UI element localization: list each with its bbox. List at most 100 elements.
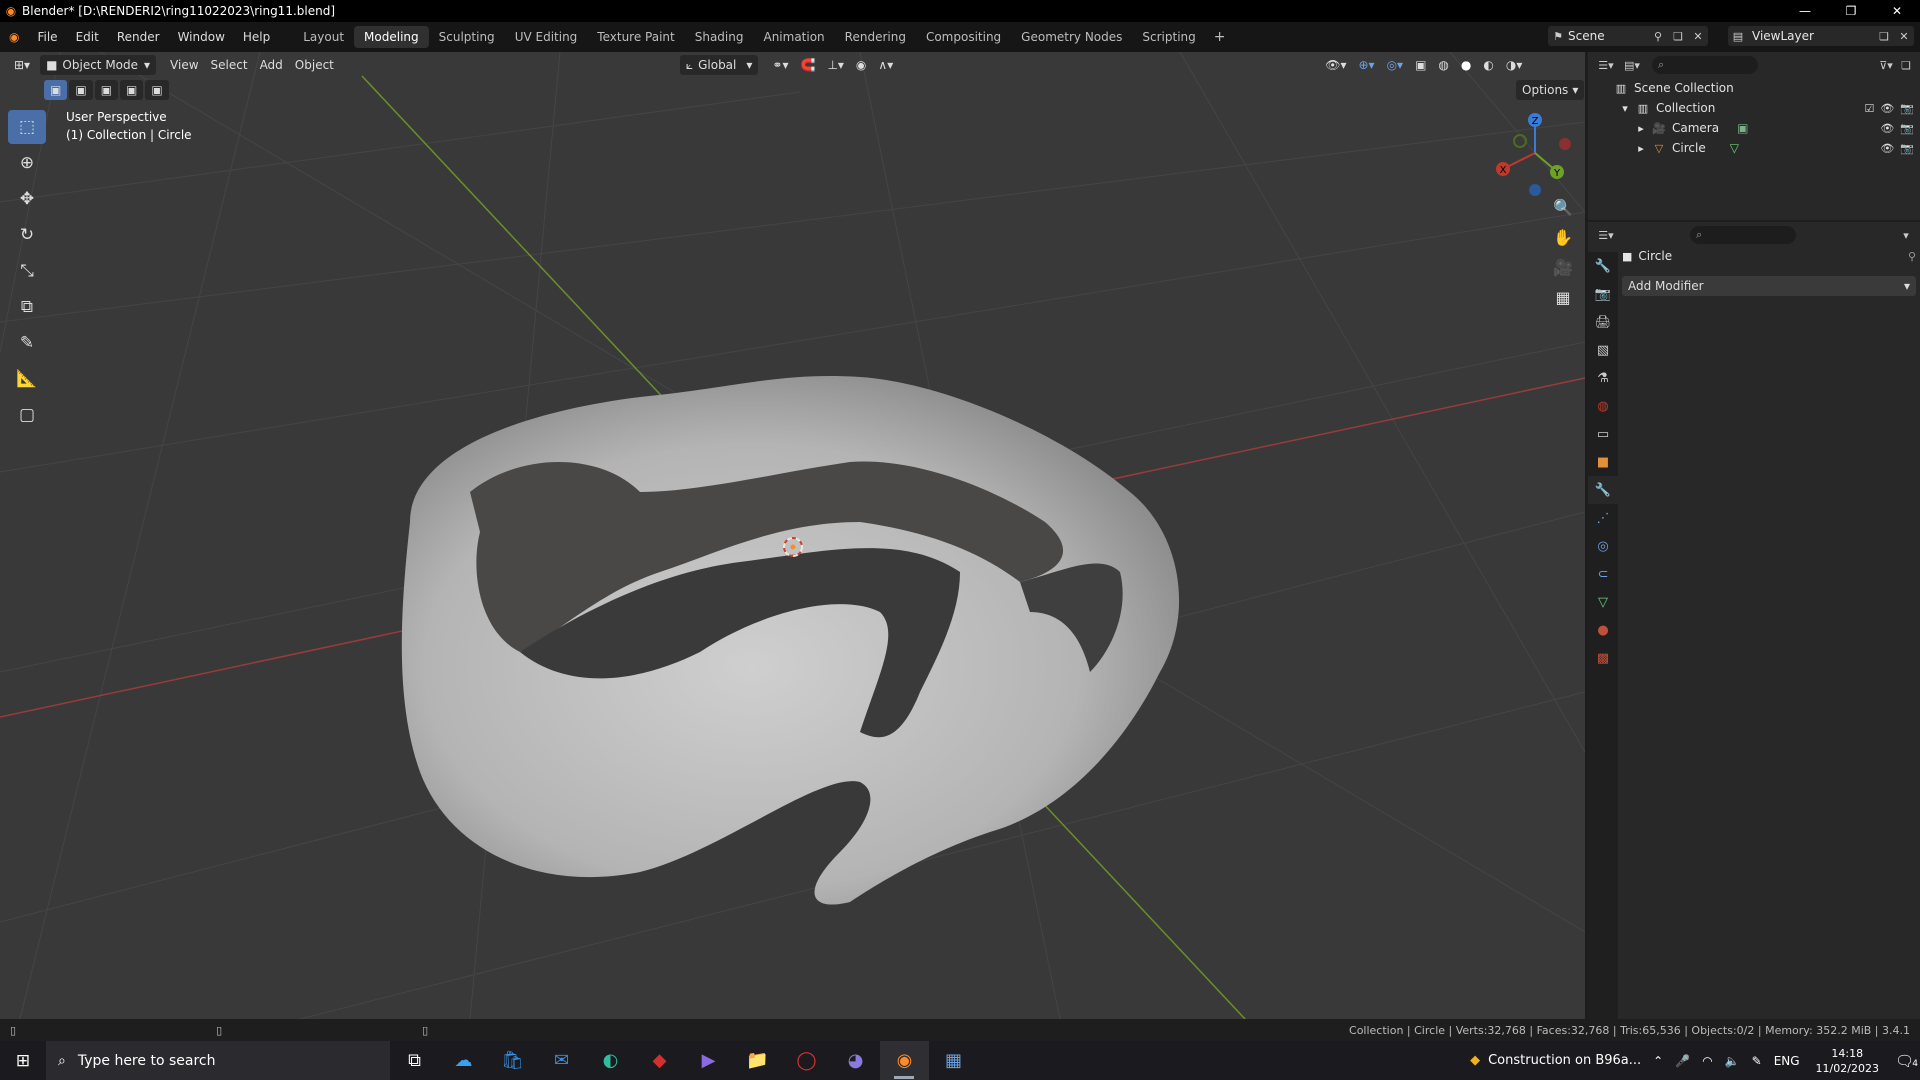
checkbox-icon[interactable]: ☑ — [1864, 102, 1874, 115]
menu-render[interactable]: Render — [108, 22, 169, 52]
transform-tool-icon[interactable]: ⧉ — [8, 290, 46, 324]
new-viewlayer-icon[interactable]: ❏ — [1874, 26, 1894, 46]
add-modifier-button[interactable]: Add Modifier ▾ — [1622, 276, 1916, 296]
clock[interactable]: 14:18 11/02/2023 — [1806, 1046, 1889, 1076]
viewlayer-selector[interactable]: ▤ ViewLayer ❏ ✕ — [1728, 26, 1914, 46]
disclosure-open-icon[interactable]: ▾ — [1616, 102, 1634, 115]
pivot-icon[interactable]: ⚭▾ — [766, 55, 794, 75]
output-tab-icon[interactable]: 🖨 — [1588, 308, 1618, 336]
wifi-icon[interactable]: ◠ — [1696, 1041, 1718, 1080]
menu-file[interactable]: File — [28, 22, 66, 52]
tab-layout[interactable]: Layout — [293, 26, 354, 48]
add-workspace-icon[interactable]: + — [1206, 29, 1234, 45]
zoom-icon[interactable]: 🔍 — [1548, 192, 1578, 222]
tab-texture-paint[interactable]: Texture Paint — [587, 26, 684, 48]
gizmo-neg-z[interactable] — [1529, 184, 1541, 196]
constraints-tab-icon[interactable]: ⊂ — [1588, 560, 1618, 588]
delete-scene-icon[interactable]: ✕ — [1688, 26, 1708, 46]
volume-icon[interactable]: 🔈 — [1719, 1041, 1746, 1080]
tab-animation[interactable]: Animation — [753, 26, 834, 48]
wireframe-shading-icon[interactable]: ◍ — [1432, 55, 1454, 75]
new-scene-icon[interactable]: ❏ — [1668, 26, 1688, 46]
scale-tool-icon[interactable]: ⤡ — [8, 254, 46, 288]
language-indicator[interactable]: ENG — [1768, 1041, 1806, 1080]
outliner-scene-collection[interactable]: ▥ Scene Collection — [1588, 78, 1920, 98]
menu-select[interactable]: Select — [205, 55, 254, 75]
notification-item[interactable]: ◆ Construction on B96a... — [1464, 1041, 1647, 1080]
properties-editor-icon[interactable]: ☰▾ — [1596, 225, 1616, 245]
measure-tool-icon[interactable]: 📐 — [8, 362, 46, 396]
select-invert-icon[interactable]: ▣ — [120, 80, 144, 100]
scene-tab-icon[interactable]: ⚗ — [1588, 364, 1618, 392]
rendered-shading-icon[interactable]: ◑▾ — [1500, 55, 1529, 75]
overlays-icon[interactable]: ◎▾ — [1381, 55, 1410, 75]
tab-compositing[interactable]: Compositing — [916, 26, 1011, 48]
tool-tab-icon[interactable]: 🔧 — [1588, 252, 1618, 280]
world-tab-icon[interactable]: ◍ — [1588, 392, 1618, 420]
display-mode-icon[interactable]: ▤▾ — [1622, 55, 1642, 75]
scene-selector[interactable]: ⚑ Scene ⚲ ❏ ✕ — [1548, 26, 1708, 46]
store-app-icon[interactable]: 🛍 — [488, 1041, 537, 1080]
select-new-icon[interactable]: ▣ — [44, 80, 68, 100]
calculator-app-icon[interactable]: ▦ — [929, 1041, 978, 1080]
tab-uv-editing[interactable]: UV Editing — [505, 26, 588, 48]
editor-type-icon[interactable]: ⊞▾ — [8, 55, 36, 75]
task-view-icon[interactable]: ⧉ — [390, 1041, 439, 1080]
new-collection-icon[interactable]: ❏ — [1896, 55, 1916, 75]
tab-sculpting[interactable]: Sculpting — [429, 26, 505, 48]
blender-menu-icon[interactable]: ◉ — [0, 22, 28, 52]
camera-data-icon[interactable]: ▣ — [1737, 121, 1748, 135]
select-intersect-icon[interactable]: ▣ — [145, 80, 169, 100]
camera-render-icon[interactable]: 📷 — [1900, 102, 1914, 115]
camera-render-icon[interactable]: 📷 — [1900, 142, 1914, 155]
notifications-icon[interactable]: 🗨 4 — [1889, 1041, 1920, 1080]
material-shading-icon[interactable]: ◐ — [1477, 55, 1499, 75]
disclosure-closed-icon[interactable]: ▸ — [1632, 122, 1650, 135]
navigation-gizmo[interactable]: Z X Y — [1490, 108, 1580, 198]
menu-object[interactable]: Object — [289, 55, 340, 75]
physics-tab-icon[interactable]: ◎ — [1588, 532, 1618, 560]
mesh-data-icon[interactable]: ▽ — [1730, 141, 1739, 155]
add-cube-tool-icon[interactable]: ▢ — [8, 398, 46, 432]
menu-help[interactable]: Help — [234, 22, 279, 52]
outliner-item-circle[interactable]: ▸ ▽ Circle ▽ 👁 📷 — [1588, 138, 1920, 158]
camera-render-icon[interactable]: 📷 — [1900, 122, 1914, 135]
proportional-edit-icon[interactable]: ◉ — [850, 55, 872, 75]
ortho-grid-icon[interactable]: ▦ — [1548, 282, 1578, 312]
disclosure-closed-icon[interactable]: ▸ — [1632, 142, 1650, 155]
snap-target-icon[interactable]: ⊥▾ — [821, 55, 849, 75]
properties-search-input[interactable]: ⌕ — [1690, 226, 1796, 244]
close-icon[interactable]: ✕ — [1874, 0, 1920, 22]
red-app-icon[interactable]: ◆ — [635, 1041, 684, 1080]
eye-icon[interactable]: 👁 — [1880, 122, 1894, 135]
menu-edit[interactable]: Edit — [67, 22, 108, 52]
file-explorer-icon[interactable]: 📁 — [733, 1041, 782, 1080]
modifier-tab-icon[interactable]: 🔧 — [1588, 476, 1618, 504]
pen-icon[interactable]: ✎ — [1746, 1041, 1768, 1080]
menu-view[interactable]: View — [164, 55, 204, 75]
opera-app-icon[interactable]: ◯ — [782, 1041, 831, 1080]
select-box-icon[interactable]: ⬚ — [8, 110, 46, 144]
falloff-icon[interactable]: ∧▾ — [872, 55, 899, 75]
tab-shading[interactable]: Shading — [685, 26, 754, 48]
camera-view-icon[interactable]: 🎥 — [1548, 252, 1578, 282]
3d-viewport[interactable]: ⊞▾ ■ Object Mode ▾ View Select Add Objec… — [0, 52, 1585, 1019]
windows-start-icon[interactable]: ⊞ — [0, 1041, 46, 1080]
select-extend-icon[interactable]: ▣ — [69, 80, 93, 100]
delete-viewlayer-icon[interactable]: ✕ — [1894, 26, 1914, 46]
orientation-dropdown[interactable]: ⟀ Global ▾ — [679, 55, 759, 75]
visibility-icon[interactable]: 👁▾ — [1319, 55, 1352, 75]
tab-rendering[interactable]: Rendering — [835, 26, 916, 48]
particles-tab-icon[interactable]: ⋰ — [1588, 504, 1618, 532]
tab-scripting[interactable]: Scripting — [1132, 26, 1205, 48]
pin-icon[interactable]: ⚲ — [1648, 26, 1668, 46]
filter-icon[interactable]: ⊽▾ — [1876, 55, 1896, 75]
view-layer-tab-icon[interactable]: ▧ — [1588, 336, 1618, 364]
move-tool-icon[interactable]: ✥ — [8, 182, 46, 216]
edge-app-icon[interactable]: ◐ — [586, 1041, 635, 1080]
cursor-tool-icon[interactable]: ⊕ — [8, 146, 46, 180]
mail-app-icon[interactable]: ✉ — [537, 1041, 586, 1080]
options-dropdown[interactable]: Options ▾ — [1516, 80, 1585, 100]
pin-icon[interactable]: ⚲ — [1908, 250, 1916, 263]
outliner-collection[interactable]: ▾ ▥ Collection ☑ 👁 📷 — [1588, 98, 1920, 118]
